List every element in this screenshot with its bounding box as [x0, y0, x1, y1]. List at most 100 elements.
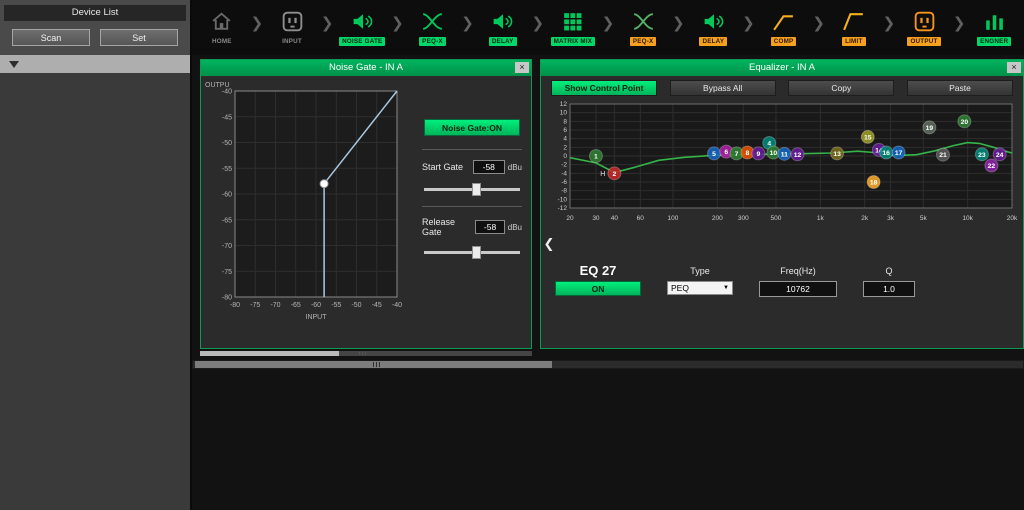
eq-point-23[interactable]: 23	[975, 148, 988, 161]
svg-text:-45: -45	[372, 302, 382, 309]
eq-point-22[interactable]: 22	[985, 159, 998, 172]
eq-on-button[interactable]: ON	[555, 281, 641, 296]
eqx-icon	[631, 9, 656, 34]
scrollbar-thumb[interactable]	[195, 361, 552, 368]
device-group-expander[interactable]	[0, 55, 190, 73]
chain-3-noise-gate[interactable]: NOISE GATE	[334, 9, 390, 46]
noise-gate-graph[interactable]: -40-45-50-55-60-65-70-75-80-80-75-70-65-…	[203, 79, 415, 331]
chevron-right-icon: ❯	[672, 14, 685, 32]
svg-text:12: 12	[560, 101, 568, 108]
dsp-controller-app: Device List Scan Set HOME ❯ INPUT ❯ NOISE GA…	[0, 0, 1024, 510]
matrix-icon	[560, 9, 585, 34]
chain-6-matrix-mix[interactable]: MATRIX MIX	[545, 9, 601, 46]
chain-1-home[interactable]: HOME	[194, 9, 250, 46]
type-select[interactable]: PEQ ▼	[667, 281, 733, 295]
eq-point-13[interactable]: 13	[831, 147, 844, 160]
close-icon[interactable]: ×	[1007, 62, 1021, 73]
chain-11-output[interactable]: OUTPUT	[896, 9, 952, 46]
noise-gate-titlebar[interactable]: Noise Gate - IN A ×	[201, 60, 531, 76]
svg-text:-80: -80	[222, 295, 232, 302]
equalizer-window: Equalizer - IN A × Show Control Point Byp…	[540, 59, 1024, 349]
svg-text:-2: -2	[561, 162, 567, 169]
chain-8-delay[interactable]: DELAY	[686, 9, 742, 46]
svg-text:8: 8	[563, 118, 567, 125]
panel-horizontal-scrollbar[interactable]	[200, 351, 532, 356]
mixer-horizontal-scrollbar[interactable]	[192, 360, 1024, 369]
q-input[interactable]: 1.0	[863, 281, 915, 297]
noise-gate-state-button[interactable]: Noise Gate:ON	[424, 119, 520, 136]
svg-text:-60: -60	[311, 302, 321, 309]
close-icon[interactable]: ×	[515, 62, 529, 73]
eq-point-17[interactable]: 17	[892, 146, 905, 159]
divider	[422, 206, 522, 207]
svg-text:21: 21	[939, 152, 947, 159]
eq-point-19[interactable]: 19	[923, 121, 936, 134]
slider-thumb[interactable]	[472, 246, 481, 259]
svg-text:10: 10	[560, 110, 568, 117]
scan-button[interactable]: Scan	[12, 29, 90, 46]
chain-7-peq-x[interactable]: PEQ-X	[615, 9, 671, 46]
svg-text:-12: -12	[558, 205, 568, 212]
svg-text:200: 200	[712, 215, 723, 222]
eq-point-11[interactable]: 11	[778, 147, 791, 160]
eq-point-15[interactable]: 15	[861, 130, 874, 143]
set-button[interactable]: Set	[100, 29, 178, 46]
start-gate-slider[interactable]	[424, 188, 520, 191]
svg-text:2: 2	[563, 144, 567, 151]
slider-thumb[interactable]	[472, 183, 481, 196]
chevron-right-icon: ❯	[602, 14, 615, 32]
scrollbar-thumb[interactable]	[200, 351, 339, 356]
start-gate-value[interactable]: -58	[473, 160, 505, 174]
svg-text:3k: 3k	[887, 215, 895, 222]
chain-10-limit[interactable]: LIMIT	[826, 9, 882, 46]
release-gate-param: Release Gate -58 dBu	[422, 217, 522, 256]
equalizer-graph[interactable]: 203040601002003005001k2k3k5k10k20k121086…	[546, 99, 1018, 229]
release-gate-slider[interactable]	[424, 251, 520, 254]
release-gate-value[interactable]: -58	[475, 220, 504, 234]
bands-prev-icon[interactable]: ❮	[543, 229, 555, 259]
device-list-title: Device List	[4, 5, 186, 21]
svg-text:1k: 1k	[817, 215, 825, 222]
svg-text:-60: -60	[222, 192, 232, 199]
eq-controls: EQ 27 ON Type PEQ ▼ Freq(Hz) 10762	[541, 259, 1023, 297]
speaker-icon	[350, 9, 375, 34]
noise-gate-title: Noise Gate - IN A	[329, 62, 403, 73]
chain-label: OUTPUT	[907, 37, 940, 46]
paste-button[interactable]: Paste	[907, 80, 1013, 96]
eq-point-16[interactable]: 16	[880, 146, 893, 159]
svg-text:2: 2	[612, 171, 616, 178]
selected-eq-title: EQ 27	[580, 263, 617, 281]
eq-point-18[interactable]: 18	[867, 176, 880, 189]
bypass-all-button[interactable]: Bypass All	[670, 80, 776, 96]
eq-point-1[interactable]: 1	[589, 150, 602, 163]
chain-2-input[interactable]: INPUT	[264, 9, 320, 46]
svg-text:19: 19	[926, 125, 934, 132]
eq-point-24[interactable]: 24	[993, 148, 1006, 161]
freq-label: Freq(Hz)	[780, 263, 816, 281]
chain-9-comp[interactable]: COMP	[756, 9, 812, 46]
eq-point-21[interactable]: 21	[936, 148, 949, 161]
svg-text:100: 100	[668, 215, 679, 222]
main-area: HOME❯INPUT❯NOISE GATE❯PEQ-X❯DELAY❯MATRIX…	[192, 0, 1024, 510]
eq-point-12[interactable]: 12	[791, 148, 804, 161]
chain-label: LIMIT	[842, 37, 865, 46]
chain-label: INPUT	[279, 37, 305, 46]
gate-knee-handle[interactable]	[320, 180, 328, 188]
chain-5-delay[interactable]: DELAY	[475, 9, 531, 46]
copy-button[interactable]: Copy	[788, 80, 894, 96]
svg-text:-6: -6	[561, 179, 567, 186]
freq-input[interactable]: 10762	[759, 281, 837, 297]
chain-12-engner[interactable]: ENGNER	[966, 9, 1022, 46]
chain-4-peq-x[interactable]: PEQ-X	[405, 9, 461, 46]
eq-point-9[interactable]: 9	[752, 147, 765, 160]
show-control-point-button[interactable]: Show Control Point	[551, 80, 657, 96]
q-label: Q	[885, 263, 892, 281]
equalizer-titlebar[interactable]: Equalizer - IN A ×	[541, 60, 1023, 76]
eq-point-20[interactable]: 20	[958, 115, 971, 128]
svg-text:16: 16	[882, 150, 890, 157]
eq-point-5[interactable]: 5	[708, 147, 721, 160]
chain-label: NOISE GATE	[339, 37, 385, 46]
svg-text:30: 30	[592, 215, 600, 222]
svg-text:5k: 5k	[920, 215, 928, 222]
svg-text:H: H	[600, 171, 605, 178]
